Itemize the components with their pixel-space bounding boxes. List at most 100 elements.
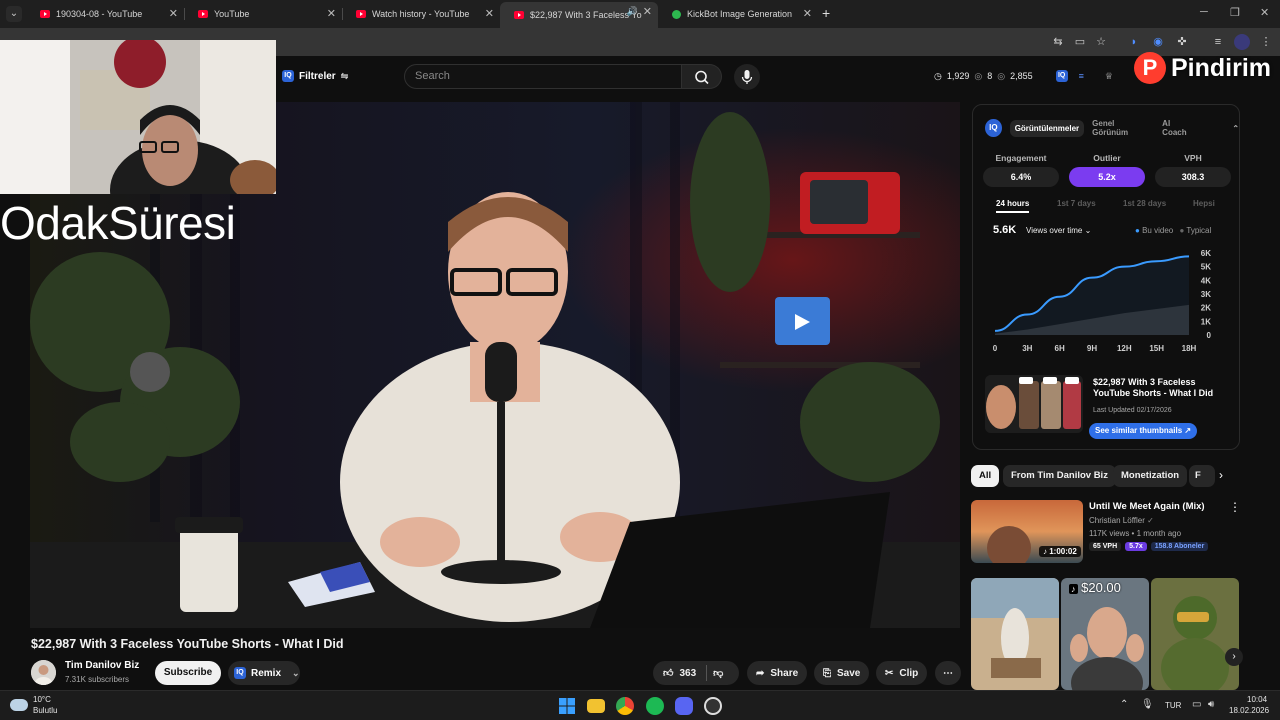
views-select-label: Views over time xyxy=(1026,226,1083,235)
windows-start-icon[interactable] xyxy=(558,697,576,715)
vidiq-analytics-panel: IQ Görüntülenmeler Genel Görünüm AI Coac… xyxy=(972,104,1240,450)
bookmark-star-icon[interactable]: ☆ xyxy=(1093,34,1109,50)
range-28d[interactable]: 1st 28 days xyxy=(1123,199,1166,208)
browser-tab-3[interactable]: Watch history - YouTube ✕ xyxy=(342,4,500,24)
save-button[interactable]: ⎘ Save xyxy=(814,661,870,685)
range-7d[interactable]: 1st 7 days xyxy=(1057,199,1096,208)
clock-date[interactable]: 18.02.2026 xyxy=(1229,706,1269,715)
search-button[interactable] xyxy=(682,64,722,89)
close-tab-icon[interactable]: ✕ xyxy=(643,5,652,18)
clip-button[interactable]: ✂ Clip xyxy=(876,661,928,685)
cast-icon[interactable]: ▭ xyxy=(1072,34,1088,50)
chip-next[interactable]: F xyxy=(1189,465,1215,487)
obs-icon[interactable] xyxy=(704,697,722,715)
channel-avatar[interactable] xyxy=(31,660,56,685)
recommendation-item[interactable]: ♪ 1:00:02 Until We Meet Again (Mix) Chri… xyxy=(971,500,1241,564)
range-24h[interactable]: 24 hours xyxy=(996,199,1030,213)
filters-button[interactable]: IQ Filtreler ⇋ xyxy=(276,66,354,86)
browser-tab-5[interactable]: KickBot Image Generation ✕ xyxy=(658,4,818,24)
search-input[interactable]: Search xyxy=(404,64,682,89)
collapse-chevron-icon[interactable]: ⌃ xyxy=(1232,124,1239,133)
volume-icon[interactable]: 🔊︎ xyxy=(1208,699,1214,710)
restore-icon[interactable]: ❐ xyxy=(1230,6,1240,19)
file-explorer-icon[interactable] xyxy=(587,699,605,713)
close-tab-icon[interactable]: ✕ xyxy=(169,7,178,20)
short-item[interactable] xyxy=(1151,578,1239,690)
remix-label: Remix xyxy=(251,667,282,679)
discord-icon[interactable] xyxy=(675,697,693,715)
shorts-next-button[interactable]: › xyxy=(1225,648,1243,666)
extension-2-icon[interactable]: ◉ xyxy=(1150,34,1166,50)
recommendation-title[interactable]: Until We Meet Again (Mix) xyxy=(1089,501,1205,512)
y-tick-label: 5K xyxy=(1201,263,1211,272)
tab-title: Watch history - YouTube xyxy=(372,9,470,19)
like-count[interactable]: 363 xyxy=(679,668,696,679)
subscribe-button[interactable]: Subscribe xyxy=(155,661,221,685)
extension-icon[interactable]: ◗ xyxy=(1126,34,1142,50)
minimize-icon[interactable]: ─ xyxy=(1200,6,1208,18)
tab-list-icon[interactable]: ≡ xyxy=(1210,34,1226,50)
voice-search-button[interactable] xyxy=(734,64,760,90)
thumbs-up-icon[interactable]: 👍︎ xyxy=(663,667,673,679)
thumbs-down-icon[interactable]: 👎︎ xyxy=(713,667,723,679)
y-tick-label: 0 xyxy=(1207,331,1212,340)
vidiq-icon[interactable]: IQ xyxy=(1055,70,1068,82)
chip-monetization[interactable]: Monetization xyxy=(1113,465,1188,487)
price-text: $20.00 xyxy=(1081,580,1121,595)
channel-name[interactable]: Tim Danilov Biz xyxy=(65,660,139,671)
weather-description[interactable]: Bulutlu xyxy=(33,706,57,715)
windows-logo xyxy=(559,698,575,714)
range-all[interactable]: Hepsi xyxy=(1193,199,1215,208)
chevron-right-icon[interactable]: › xyxy=(1219,468,1223,482)
chip-from-channel[interactable]: From Tim Danilov Biz xyxy=(1003,465,1116,487)
short-item[interactable]: ♪ $20.00 xyxy=(1061,578,1149,690)
browser-tab-strip: ⌄ 190304-08 - YouTube ✕ YouTube ✕ Watch … xyxy=(0,0,1280,28)
close-tab-icon[interactable]: ✕ xyxy=(803,7,812,20)
video-action-row: Tim Danilov Biz 7.31K subscribers Subscr… xyxy=(31,658,961,688)
clock-time[interactable]: 10:04 xyxy=(1247,695,1267,704)
views-metric-select[interactable]: Views over time ⌄ xyxy=(1026,226,1091,235)
chip-all[interactable]: All xyxy=(971,465,1000,487)
remix-button[interactable]: IQ Remix ⌄ xyxy=(228,661,300,685)
youtube-favicon-icon xyxy=(356,10,366,18)
tab-search-button[interactable]: ⌄ xyxy=(6,6,22,22)
speaker-icon[interactable]: 🔊 xyxy=(627,6,638,17)
list-icon[interactable]: ≡ xyxy=(1079,71,1084,81)
browser-tab-1[interactable]: 190304-08 - YouTube ✕ xyxy=(26,4,184,24)
views-chart: 0 1K 2K 3K 4K 5K 6K 0 3H 6H 9H 12H 15H 18H xyxy=(989,245,1225,355)
short-item[interactable] xyxy=(971,578,1059,690)
translate-icon[interactable]: ⇆ xyxy=(1050,34,1066,50)
weather-temperature[interactable]: 10°C xyxy=(33,695,51,704)
chrome-icon[interactable] xyxy=(616,697,634,715)
share-icon: ➦ xyxy=(756,667,765,679)
metric-label-engagement: Engagement xyxy=(995,153,1047,163)
tiktok-icon: ♪ xyxy=(1069,584,1078,594)
browser-tab-4-active[interactable]: $22,987 With 3 Faceless Yo 🔊 ✕ xyxy=(500,2,658,28)
trophy-icon[interactable]: ♕ xyxy=(1105,71,1113,82)
more-options-icon[interactable]: ⋮ xyxy=(1229,500,1241,514)
tab-views[interactable]: Görüntülenmeler xyxy=(1009,119,1085,137)
tab-overview[interactable]: Genel Görünüm xyxy=(1092,119,1148,137)
browser-menu-icon[interactable]: ⋮ xyxy=(1258,34,1274,50)
input-language[interactable]: TUR xyxy=(1165,701,1181,710)
close-window-icon[interactable]: ✕ xyxy=(1260,6,1269,19)
more-actions-button[interactable]: ⋯ xyxy=(935,661,961,685)
profile-avatar-icon[interactable] xyxy=(1234,34,1250,50)
close-tab-icon[interactable]: ✕ xyxy=(485,7,494,20)
legend-this-video: Bu video xyxy=(1142,226,1174,235)
close-tab-icon[interactable]: ✕ xyxy=(327,7,336,20)
tray-chevron-up-icon[interactable]: ⌃ xyxy=(1120,699,1128,710)
see-similar-thumbnails-button[interactable]: See similar thumbnails ↗ xyxy=(1089,423,1198,439)
recommendation-channel[interactable]: Christian Löffler ✓ xyxy=(1089,516,1154,525)
network-icon[interactable]: ▭ xyxy=(1192,699,1201,710)
video-card-thumbnail[interactable] xyxy=(985,375,1083,433)
tab-ai-coach[interactable]: AI Coach xyxy=(1162,119,1194,137)
new-tab-button[interactable]: + xyxy=(822,5,830,21)
microphone-tray-icon[interactable]: 🎙︎ xyxy=(1141,699,1154,710)
extensions-puzzle-icon[interactable]: ✜ xyxy=(1174,34,1190,50)
kickbot-favicon-icon xyxy=(672,9,681,19)
browser-tab-2[interactable]: YouTube ✕ xyxy=(184,4,342,24)
spotify-icon[interactable] xyxy=(646,697,664,715)
views-chart-svg: 0 1K 2K 3K 4K 5K 6K 0 3H 6H 9H 12H 15H 18H xyxy=(993,249,1212,353)
share-button[interactable]: ➦ Share xyxy=(747,661,808,685)
